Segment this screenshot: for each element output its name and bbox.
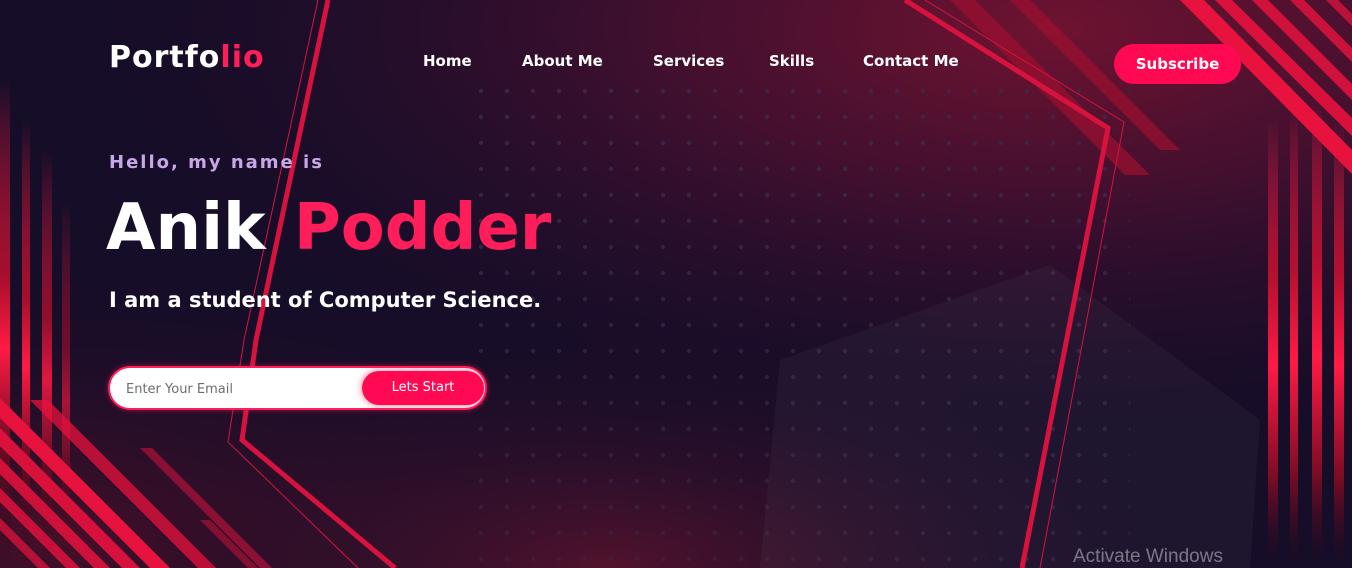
- email-input[interactable]: [124, 368, 358, 410]
- nav-link-home[interactable]: Home: [423, 52, 472, 70]
- nav-link-contact-me[interactable]: Contact Me: [863, 52, 959, 70]
- logo[interactable]: Portfolio: [109, 40, 265, 75]
- hero-greeting: Hello, my name is: [109, 152, 324, 173]
- nav-link-skills[interactable]: Skills: [769, 52, 814, 70]
- hero-name: Anik Podder: [106, 188, 551, 268]
- email-signup-form: Lets Start: [108, 366, 487, 410]
- activate-windows-watermark: Activate Windows: [1073, 546, 1223, 567]
- hero-tagline: I am a student of Computer Science.: [109, 288, 542, 312]
- page: Portfolio Home About Me Services Skills …: [0, 0, 1352, 568]
- logo-accent-text: lio: [220, 40, 265, 75]
- logo-text: Portfo: [109, 40, 221, 75]
- lets-start-button[interactable]: Lets Start: [362, 371, 484, 405]
- hero-first-name: Anik: [106, 191, 266, 265]
- nav-link-services[interactable]: Services: [653, 52, 724, 70]
- subscribe-button[interactable]: Subscribe: [1114, 44, 1241, 84]
- nav-link-about-me[interactable]: About Me: [522, 52, 603, 70]
- hero-last-name: Podder: [293, 191, 552, 265]
- top-navigation: Portfolio Home About Me Services Skills …: [0, 0, 1352, 124]
